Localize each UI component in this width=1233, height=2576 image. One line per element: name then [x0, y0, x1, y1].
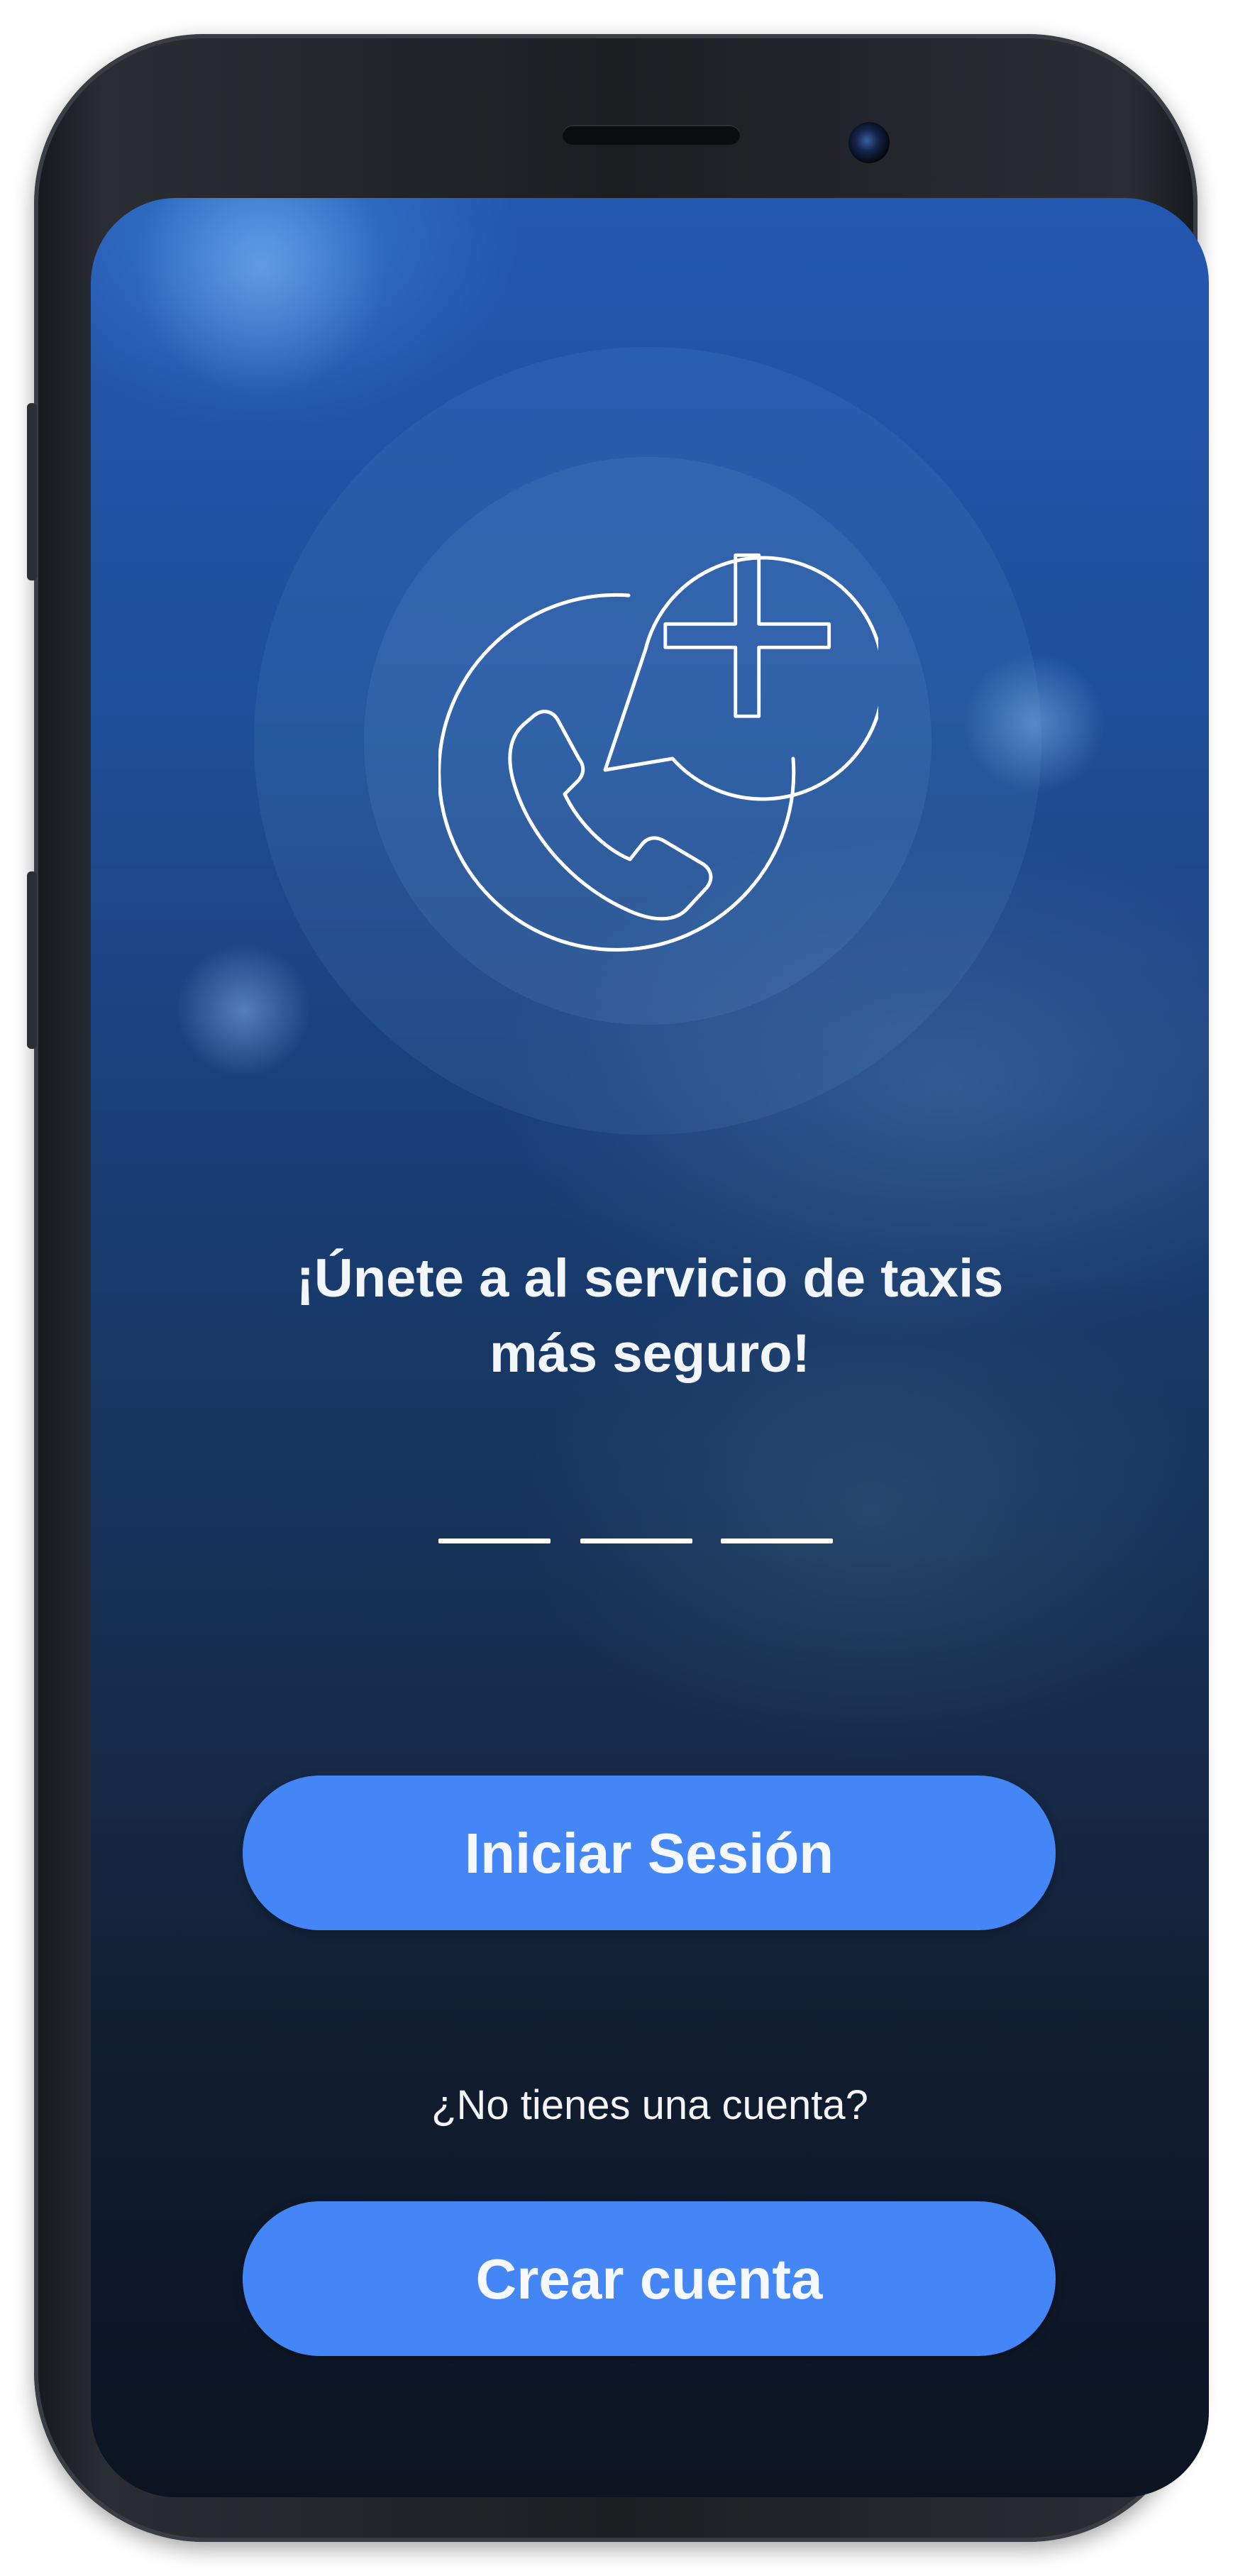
background-bokeh	[133, 198, 389, 397]
phone-add-icon	[438, 553, 878, 952]
create-account-button[interactable]: Crear cuenta	[243, 2201, 1056, 2356]
volume-up-button	[27, 403, 37, 580]
front-camera	[848, 122, 890, 163]
page-indicator-dash	[721, 1539, 833, 1543]
login-button[interactable]: Iniciar Sesión	[243, 1776, 1056, 1930]
volume-down-button	[27, 871, 37, 1049]
page-indicator-dash	[438, 1539, 551, 1543]
page-indicator-dash	[580, 1539, 692, 1543]
headline-line-2: más seguro!	[490, 1323, 810, 1384]
background-bokeh	[176, 943, 311, 1078]
earpiece-speaker	[563, 125, 740, 145]
app-screen: ¡Únete a al servicio de taxis más seguro…	[91, 198, 1209, 2497]
no-account-text: ¿No tienes una cuenta?	[431, 2082, 868, 2128]
page-indicator	[438, 1539, 864, 1544]
headline-line-1: ¡Únete a al servicio de taxis	[296, 1248, 1004, 1309]
page-headline: ¡Únete a al servicio de taxis más seguro…	[197, 1241, 1102, 1392]
phone-frame: ¡Únete a al servicio de taxis más seguro…	[27, 34, 1209, 2542]
